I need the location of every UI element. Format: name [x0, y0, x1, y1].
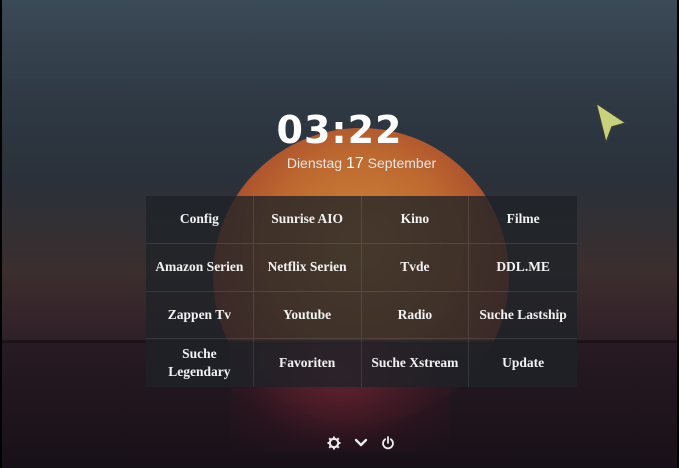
menu-tile-filme[interactable]: Filme: [469, 196, 577, 244]
menu-tile-kino[interactable]: Kino: [361, 196, 470, 244]
menu-tile-zappen-tv[interactable]: Zappen Tv: [146, 291, 254, 340]
date-day: 17: [345, 155, 364, 172]
chevron-down-icon[interactable]: [352, 434, 370, 452]
power-icon[interactable]: [379, 434, 397, 452]
date-label: Dienstag 17 September: [0, 155, 679, 173]
date-month: September: [367, 155, 437, 171]
menu-tile-config[interactable]: Config: [146, 196, 254, 244]
menu-tile-netflix-serien[interactable]: Netflix Serien: [253, 243, 362, 292]
menu-tile-ddl-me[interactable]: DDL.ME: [469, 243, 577, 292]
menu-tile-youtube[interactable]: Youtube: [253, 291, 362, 340]
menu-tile-tvde[interactable]: Tvde: [361, 243, 470, 292]
power-icon-svg: [382, 436, 394, 450]
menu-tile-suche-legendary[interactable]: Suche Legendary: [146, 339, 254, 387]
clock-time: 03:22: [276, 108, 403, 152]
menu-tile-suche-lastship[interactable]: Suche Lastship: [469, 291, 577, 340]
chevron-down-icon-svg: [354, 438, 368, 447]
gear-icon-svg: [327, 436, 341, 450]
menu-tile-update[interactable]: Update: [469, 339, 577, 387]
gear-icon[interactable]: [325, 434, 343, 452]
menu-tile-radio[interactable]: Radio: [361, 291, 470, 340]
cursor-pointer-icon: [595, 102, 627, 144]
menu-tile-suche-xstream[interactable]: Suche Xstream: [361, 339, 470, 387]
date-weekday: Dienstag: [286, 155, 343, 171]
frame-edge-left: [0, 0, 2, 468]
menu-tile-amazon-serien[interactable]: Amazon Serien: [146, 243, 254, 292]
bottom-control-bar: [325, 434, 405, 454]
menu-tile-favoriten[interactable]: Favoriten: [253, 339, 362, 387]
home-menu-grid: Config Sunrise AIO Kino Filme Amazon Ser…: [146, 196, 577, 387]
menu-tile-sunrise-aio[interactable]: Sunrise AIO: [253, 196, 362, 244]
